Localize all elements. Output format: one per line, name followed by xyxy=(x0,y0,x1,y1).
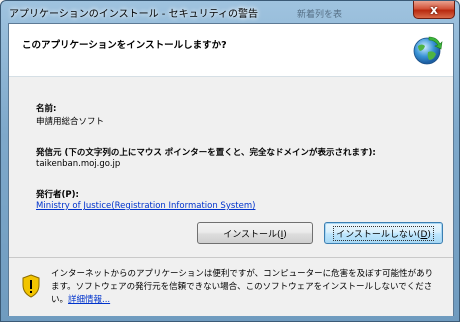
more-info-link[interactable]: 詳細情報... xyxy=(68,295,110,305)
close-button[interactable]: x xyxy=(413,1,455,19)
install-button[interactable]: インストール(I) xyxy=(197,222,313,244)
publisher-label: 発行者(P): xyxy=(36,190,79,200)
dialog-client-area: このアプリケーションをインストールしますか? 名前: 申請用総合ソフト 発信元 … xyxy=(8,23,454,316)
background-window-text: 新着列を表 xyxy=(297,10,343,20)
warning-line-2: ます。ソフトウェアの発行元を信頼できない場合、このソフトウェアをインストールしな… xyxy=(51,282,433,292)
warning-line-3-text: い。 xyxy=(51,295,69,305)
warning-shield-icon xyxy=(22,274,40,298)
security-warning-area: インターネットからのアプリケーションは便利ですが、コンピューターに危害を及ぼす可… xyxy=(9,257,453,316)
name-label: 名前: xyxy=(36,104,57,114)
dont-install-button-label: インストールしない(D) xyxy=(333,225,434,241)
dont-install-button[interactable]: インストールしない(D) xyxy=(324,222,443,244)
window-title: アプリケーションのインストール - セキュリティの警告 xyxy=(9,9,258,20)
title-bar[interactable]: アプリケーションのインストール - セキュリティの警告 新着列を表 x xyxy=(1,1,460,23)
origin-value[interactable]: taikenban.moj.go.jp xyxy=(36,159,120,169)
dialog-header: このアプリケーションをインストールしますか? xyxy=(9,24,453,77)
publisher-link[interactable]: Ministry of Justice(Registration Informa… xyxy=(36,201,255,211)
warning-message: インターネットからのアプリケーションは便利ですが、コンピューターに危害を及ぼす可… xyxy=(51,268,447,307)
install-button-label: インストール(I) xyxy=(223,229,287,240)
warning-line-3: い。詳細情報... xyxy=(51,294,447,307)
name-value: 申請用総合ソフト xyxy=(36,117,105,127)
origin-label: 発信元 (下の文字列の上にマウス ポインターを置くと、完全なドメインが表示されま… xyxy=(36,148,376,158)
globe-install-icon xyxy=(413,36,443,65)
dialog-window: アプリケーションのインストール - セキュリティの警告 新着列を表 x このアプ… xyxy=(0,0,460,322)
warning-line-1: インターネットからのアプリケーションは便利ですが、コンピューターに危害を及ぼす可… xyxy=(51,269,434,279)
close-icon: x xyxy=(430,2,438,17)
install-question: このアプリケーションをインストールしますか? xyxy=(22,40,227,51)
